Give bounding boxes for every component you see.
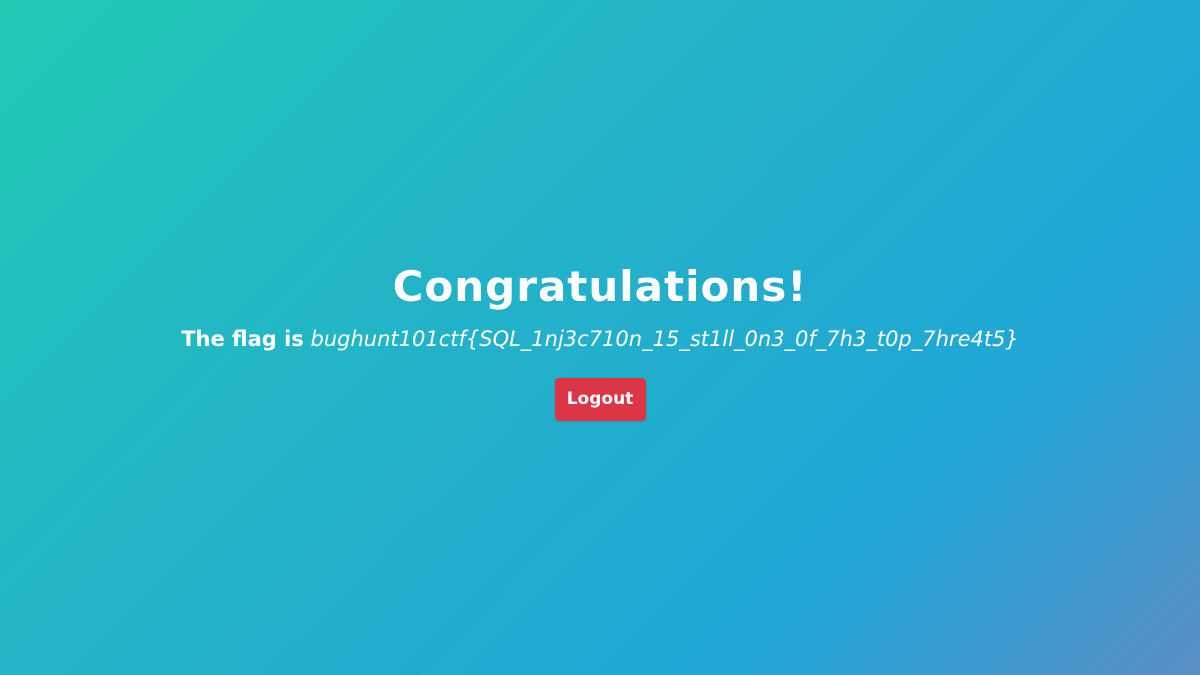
- page-title: Congratulations!: [392, 262, 808, 312]
- flag-label: The flag is: [181, 326, 304, 351]
- flag-message: The flag is bughunt101ctf{SQL_1nj3c710n_…: [181, 327, 1019, 352]
- logout-button[interactable]: Logout: [554, 377, 646, 421]
- flag-value: bughunt101ctf{SQL_1nj3c710n_15_st1ll_0n3…: [310, 326, 1019, 351]
- main-content: Congratulations! The flag is bughunt101c…: [0, 0, 1200, 675]
